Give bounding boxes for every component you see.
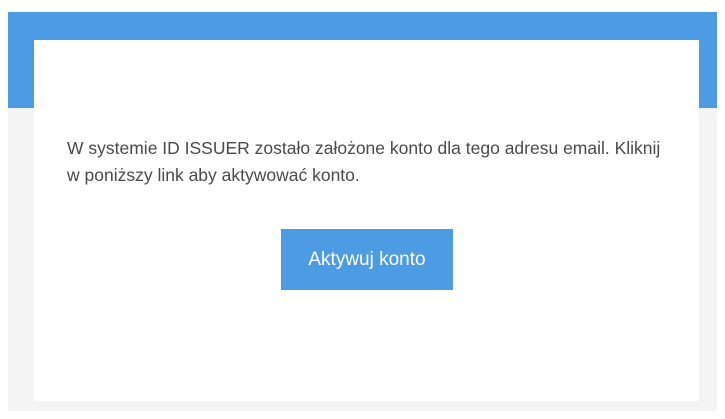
activation-message: W systemie ID ISSUER zostało założone ko… — [67, 138, 661, 185]
activate-account-button[interactable]: Aktywuj konto — [281, 229, 453, 290]
content-card: W systemie ID ISSUER zostało założone ko… — [34, 40, 699, 401]
email-wrapper: W systemie ID ISSUER zostało założone ko… — [8, 12, 717, 411]
